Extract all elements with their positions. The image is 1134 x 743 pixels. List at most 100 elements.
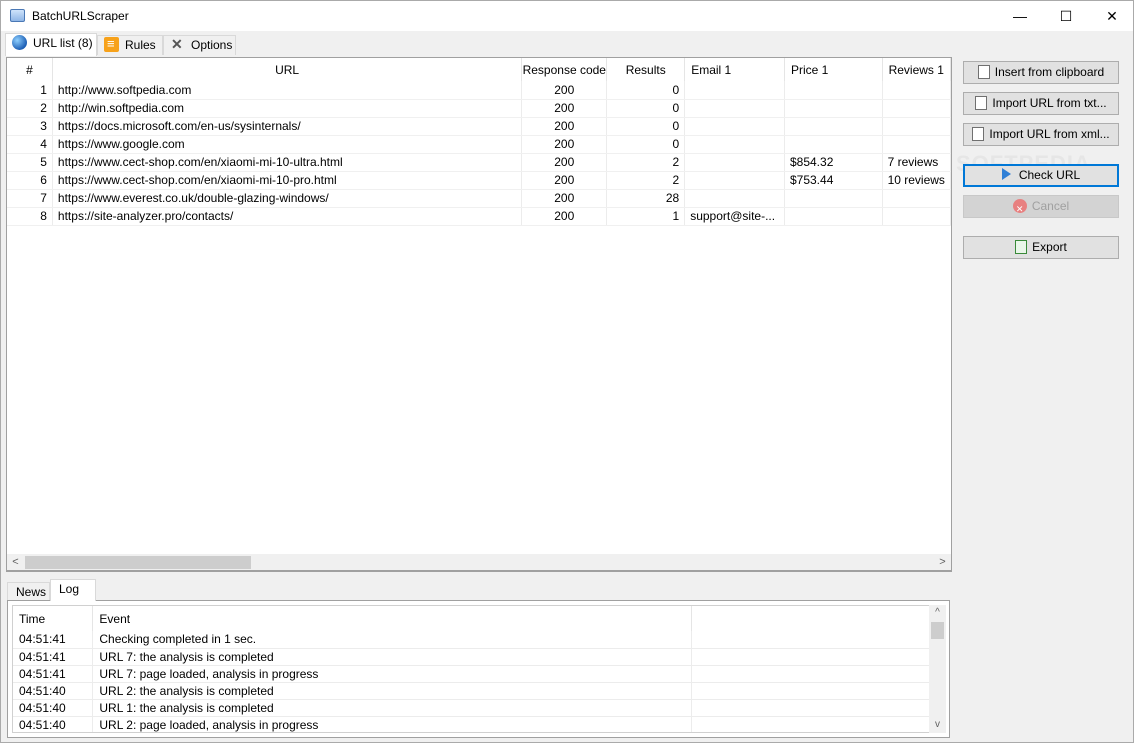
column-header-email[interactable]: Email 1 [684,58,785,81]
log-list: Time Event 04:51:41 Checking completed i… [12,605,932,733]
column-header-results[interactable]: Results [606,58,686,81]
row-number: 4 [7,135,53,154]
row-reviews [882,117,951,136]
vertical-scrollbar[interactable]: ^ v [929,605,946,733]
row-results: 0 [606,135,686,154]
row-response-code: 200 [521,153,608,172]
row-email [684,153,785,172]
button-label: Export [1032,240,1067,254]
close-button[interactable]: ✕ [1089,1,1134,31]
row-results: 2 [606,171,686,190]
log-event: URL 7: the analysis is completed [92,648,692,666]
log-event: Checking completed in 1 sec. [92,631,692,649]
row-response-code: 200 [521,81,608,100]
tab-label: Rules [125,38,156,52]
scrollbar-thumb[interactable] [25,556,251,569]
table-row[interactable]: 4 https://www.google.com 200 0 [7,135,951,154]
log-event: URL 7: page loaded, analysis in progress [92,665,692,683]
import-xml-button[interactable]: Import URL from xml... [963,123,1119,146]
play-icon [1001,168,1011,180]
row-reviews [882,189,951,208]
row-email [684,117,785,136]
log-row[interactable]: 04:51:40 URL 2: page loaded, analysis in… [13,716,931,732]
row-results: 1 [606,207,686,226]
row-response-code: 200 [521,117,608,136]
column-header-response-code[interactable]: Response code [521,58,608,81]
log-time: 04:51:40 [13,699,94,717]
row-url: https://site-analyzer.pro/contacts/ [52,207,523,226]
table-row[interactable]: 6 https://www.cect-shop.com/en/xiaomi-mi… [7,171,951,190]
table-row[interactable]: 1 http://www.softpedia.com 200 0 [7,81,951,100]
row-email [684,171,785,190]
table-row[interactable]: 7 https://www.everest.co.uk/double-glazi… [7,189,951,208]
insert-from-clipboard-button[interactable]: Insert from clipboard [963,61,1119,84]
tab-label: URL list (8) [33,36,93,50]
scroll-left-icon[interactable]: < [7,554,24,571]
globe-icon [12,35,27,50]
horizontal-scrollbar[interactable]: < > [6,554,952,571]
table-row[interactable]: 2 http://win.softpedia.com 200 0 [7,99,951,118]
tab-label: Options [191,38,233,52]
log-row[interactable]: 04:51:41 URL 7: the analysis is complete… [13,648,931,666]
row-number: 1 [7,81,53,100]
text-file-icon [975,96,988,110]
row-results: 0 [606,99,686,118]
row-response-code: 200 [521,99,608,118]
log-time: 04:51:40 [13,716,94,732]
row-number: 5 [7,153,53,172]
xml-file-icon [972,127,985,141]
export-icon [1015,240,1028,254]
cancel-button[interactable]: Cancel [963,195,1119,220]
log-time: 04:51:41 [13,665,94,683]
column-header-url[interactable]: URL [52,58,523,81]
row-reviews: 10 reviews [882,171,951,190]
tab-options[interactable]: Options [163,35,236,55]
log-table: Time Event 04:51:41 Checking completed i… [13,606,931,732]
row-response-code: 200 [521,171,608,190]
window-title: BatchURLScraper [32,9,129,23]
maximize-button[interactable]: ☐ [1043,1,1089,31]
row-number: 3 [7,117,53,136]
scroll-down-icon[interactable]: v [929,717,946,733]
column-header-price[interactable]: Price 1 [784,58,883,81]
row-number: 8 [7,207,53,226]
log-event: URL 2: the analysis is completed [92,682,692,700]
row-response-code: 200 [521,189,608,208]
scrollbar-thumb[interactable] [931,622,944,639]
row-number: 2 [7,99,53,118]
table-row[interactable]: 8 https://site-analyzer.pro/contacts/ 20… [7,207,951,226]
column-header-time[interactable]: Time [13,606,94,631]
tab-news[interactable]: News [7,582,50,601]
button-label: Cancel [1031,199,1070,213]
table-row[interactable]: 3 https://docs.microsoft.com/en-us/sysin… [7,117,951,136]
clipboard-icon [977,65,990,79]
column-header-number[interactable]: # [7,58,53,81]
row-url: https://www.google.com [52,135,523,154]
row-response-code: 200 [521,135,608,154]
title-bar: BatchURLScraper — ☐ ✕ [1,1,1133,31]
row-url: https://www.cect-shop.com/en/xiaomi-mi-1… [52,171,523,190]
scroll-right-icon[interactable]: > [934,554,951,571]
row-number: 6 [7,171,53,190]
tab-url-list[interactable]: URL list (8) [5,33,97,56]
log-row[interactable]: 04:51:40 URL 2: the analysis is complete… [13,682,931,700]
row-price [784,117,883,136]
check-url-button[interactable]: Check URL [963,164,1119,187]
log-row[interactable]: 04:51:41 URL 7: page loaded, analysis in… [13,665,931,683]
row-url: http://www.softpedia.com [52,81,523,100]
minimize-button[interactable]: — [997,1,1043,31]
row-price: $753.44 [784,171,883,190]
tab-rules[interactable]: Rules [97,35,163,55]
log-row[interactable]: 04:51:41 Checking completed in 1 sec. [13,631,931,649]
row-email [684,189,785,208]
log-row[interactable]: 04:51:40 URL 1: the analysis is complete… [13,699,931,717]
tab-log[interactable]: Log [50,579,96,601]
column-header-event[interactable]: Event [92,606,692,631]
table-row[interactable]: 5 https://www.cect-shop.com/en/xiaomi-mi… [7,153,951,172]
scroll-up-icon[interactable]: ^ [929,605,946,621]
column-header-reviews[interactable]: Reviews 1 [882,58,951,81]
row-results: 0 [606,117,686,136]
row-price [784,81,883,100]
export-button[interactable]: Export [963,236,1119,259]
import-txt-button[interactable]: Import URL from txt... [963,92,1119,115]
